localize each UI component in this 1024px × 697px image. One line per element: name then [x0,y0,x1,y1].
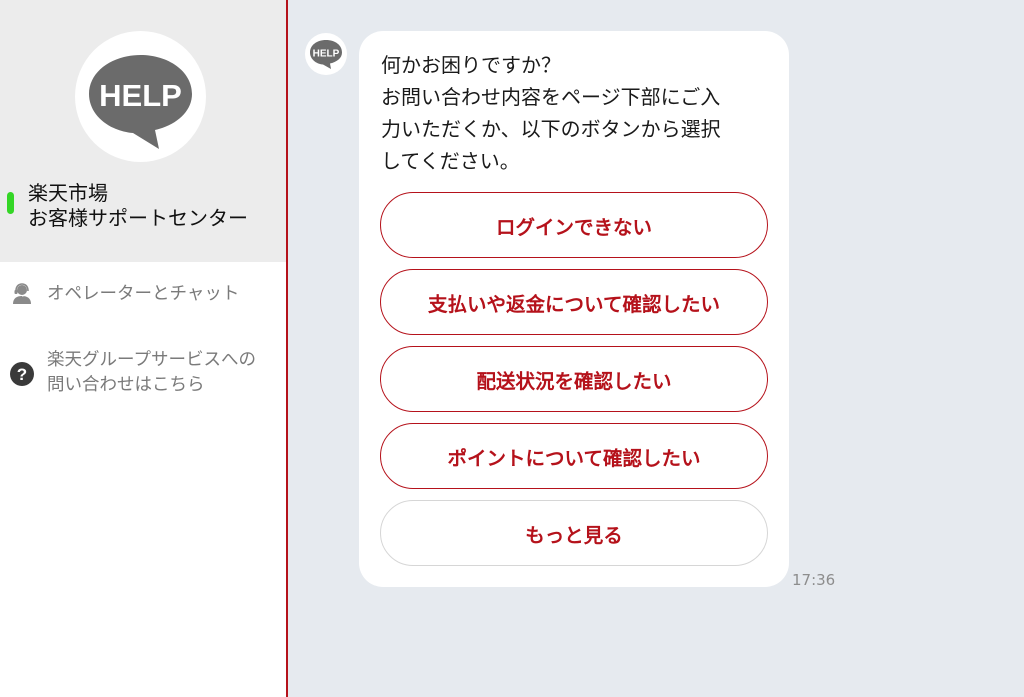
svg-text:?: ? [17,365,27,384]
sidebar: HELP 楽天市場 お客様サポートセンター オペレーターとチャット ? 楽天グル… [0,0,286,697]
help-logo: HELP [75,31,206,162]
chat-message-text: 何かお困りですか？ お問い合わせ内容をページ下部にご入 力いただくか、以下のボタ… [381,49,771,177]
shop-name: 楽天市場 お客様サポートセンター [28,181,248,231]
option-delivery-status-button[interactable]: 配送状況を確認したい [380,346,768,412]
help-bubble-icon: HELP [89,55,192,149]
active-indicator [7,192,14,214]
sidebar-header: HELP 楽天市場 お客様サポートセンター [0,0,286,262]
sidebar-item-label: オペレーターとチャット [47,284,240,304]
option-see-more-button[interactable]: もっと見る [380,500,768,566]
shop-name-line1: 楽天市場 [28,181,108,205]
avatar-text: HELP [313,49,340,60]
shop-name-line2: お客様サポートセンター [28,206,248,230]
help-bubble-icon: HELP [310,40,342,69]
bot-avatar: HELP [305,33,347,75]
help-logo-text: HELP [99,78,182,113]
option-payment-refund-button[interactable]: 支払いや返金について確認したい [380,269,768,335]
message-timestamp: 17:36 [792,571,836,589]
option-points-button[interactable]: ポイントについて確認したい [380,423,768,489]
question-icon: ? [10,362,34,386]
message-line: してください。 [381,149,520,173]
sidebar-item-label-line1: 楽天グループサービスへの [47,350,256,370]
message-line: お問い合わせ内容をページ下部にご入 [381,85,721,109]
message-line: 何かお困りですか？ [381,53,561,77]
sidebar-item-label-line2: 問い合わせはこちら [47,375,205,395]
chat-message-bubble: 何かお困りですか？ お問い合わせ内容をページ下部にご入 力いただくか、以下のボタ… [359,31,789,587]
sidebar-divider [286,0,288,697]
sidebar-item-label: 楽天グループサービスへの 問い合わせはこちら [47,348,256,398]
message-line: 力いただくか、以下のボタンから選択 [381,117,721,141]
operator-icon [13,283,31,304]
option-login-button[interactable]: ログインできない [380,192,768,258]
